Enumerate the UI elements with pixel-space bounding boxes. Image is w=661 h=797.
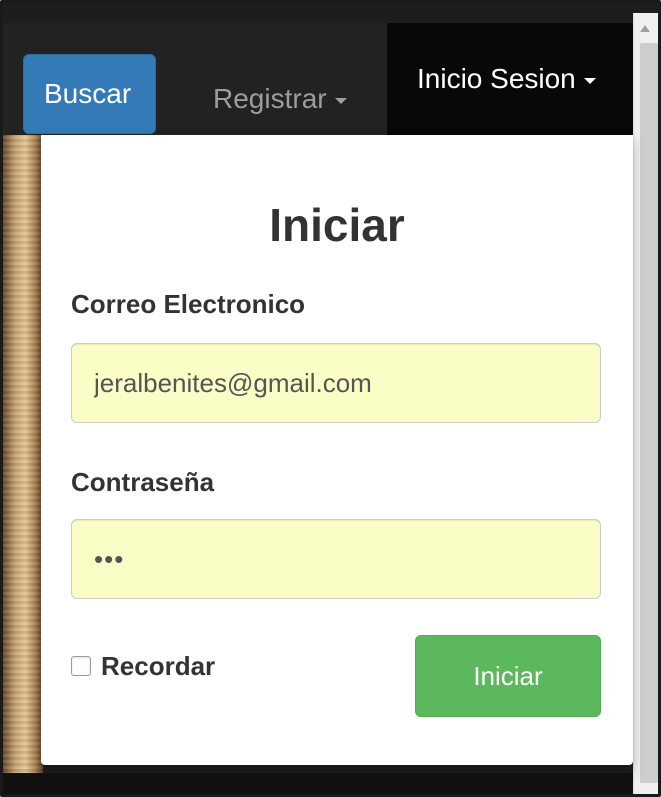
remember-checkbox[interactable] [71,656,91,676]
password-field[interactable]: ••• [71,519,601,599]
login-menu-label-wrap: Inicio Sesion [417,59,596,99]
caret-down-icon [583,77,596,84]
password-label: Contraseña [71,467,215,497]
register-dropdown-toggle[interactable]: Registrar [213,79,347,119]
page-background-bottom [3,773,658,794]
register-menu-label: Registrar [213,83,327,114]
login-dropdown-panel: Iniciar Correo Electronico Contraseña ••… [41,135,633,765]
email-label: Correo Electronico [71,289,306,319]
login-submit-button[interactable]: Iniciar [415,635,601,717]
remember-label: Recordar [101,651,216,681]
background-image [3,133,43,794]
scrollbar-thumb[interactable] [640,43,658,783]
browser-viewport: Buscar Registrar Inicio Sesion Iniciar C… [0,0,661,797]
remember-me-row[interactable]: Recordar [71,649,215,683]
form-title: Iniciar [269,199,405,251]
caret-down-icon [334,97,347,104]
scroll-up-arrow-icon[interactable] [640,25,650,32]
vertical-scrollbar[interactable] [633,13,658,794]
login-dropdown-toggle[interactable]: Inicio Sesion [387,23,633,135]
email-field[interactable] [71,343,601,423]
search-button[interactable]: Buscar [23,54,156,134]
login-menu-label: Inicio Sesion [417,63,576,94]
